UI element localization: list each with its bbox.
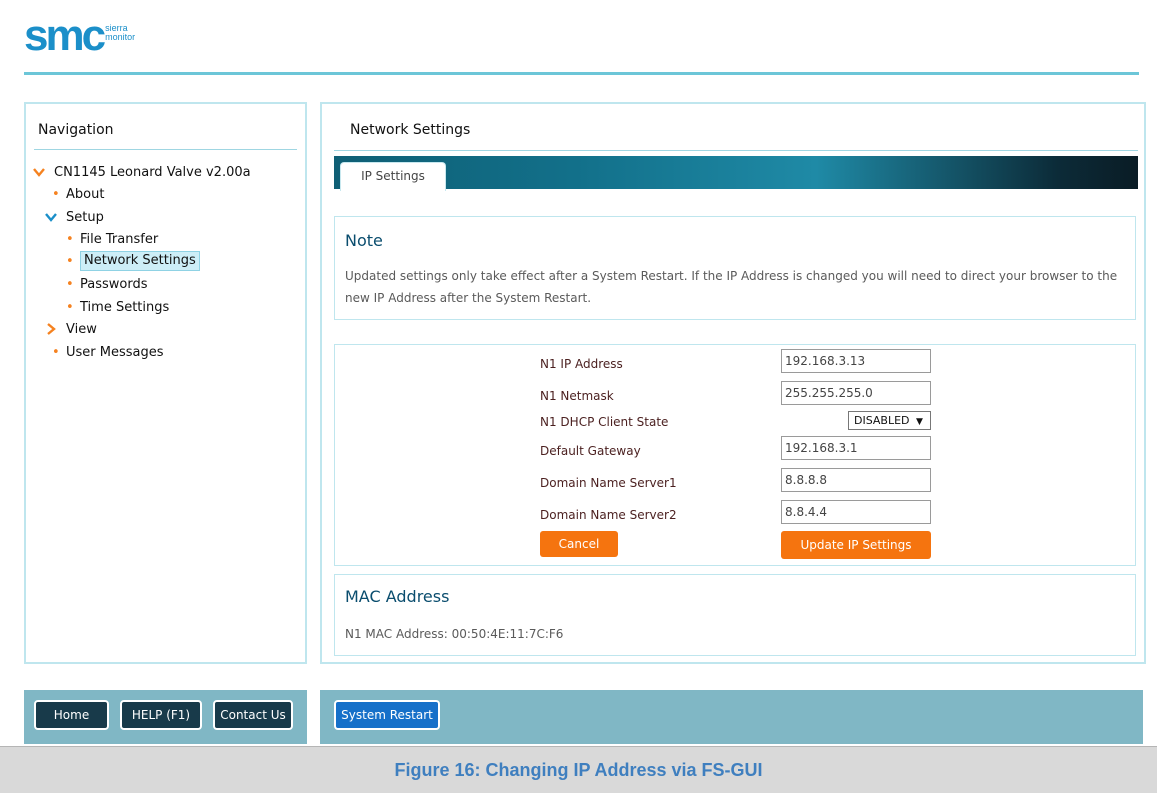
bullet-icon: • <box>66 299 74 315</box>
mac-address-title: MAC Address <box>345 587 450 606</box>
mac-address-box: MAC Address N1 MAC Address: 00:50:4E:11:… <box>334 574 1136 656</box>
bullet-icon: • <box>66 253 74 269</box>
tab-ip-settings[interactable]: IP Settings <box>340 162 446 191</box>
header-divider <box>24 72 1139 75</box>
nav-item-label: Network Settings <box>80 251 200 271</box>
dhcp-client-state-select[interactable]: DISABLED ▼ <box>848 411 931 430</box>
nav-item-setup[interactable]: Setup <box>44 207 104 227</box>
navigation-title-divider <box>34 149 297 150</box>
dropdown-arrow-icon: ▼ <box>916 417 923 427</box>
note-text: Updated settings only take effect after … <box>345 269 1118 305</box>
main-panel: Network Settings IP Settings Note Update… <box>320 102 1146 664</box>
nav-item-cn1145[interactable]: CN1145 Leonard Valve v2.00a <box>32 162 251 182</box>
nav-item-label: About <box>66 186 105 202</box>
logo-sub-line2: monitor <box>105 32 136 42</box>
default-gateway-label: Default Gateway <box>540 444 641 458</box>
update-ip-settings-button[interactable]: Update IP Settings <box>781 531 931 559</box>
nav-item-about[interactable]: • About <box>52 184 104 204</box>
ip-address-label: N1 IP Address <box>540 357 623 371</box>
nav-item-passwords[interactable]: • Passwords <box>66 274 148 294</box>
page-title: Network Settings <box>350 122 471 138</box>
navigation-panel: Navigation CN1145 Leonard Valve v2.00a •… <box>24 102 307 664</box>
logo-brand: smc <box>24 11 106 60</box>
bullet-icon: • <box>66 276 74 292</box>
note-box: Note Updated settings only take effect a… <box>334 216 1136 320</box>
bullet-icon: • <box>66 231 74 247</box>
nav-item-label: CN1145 Leonard Valve v2.00a <box>54 164 251 180</box>
dns2-input[interactable] <box>781 500 931 524</box>
nav-item-file-transfer[interactable]: • File Transfer <box>66 229 158 249</box>
page-title-divider <box>334 150 1138 151</box>
dhcp-selected-value: DISABLED <box>854 414 910 427</box>
mac-address-value: N1 MAC Address: 00:50:4E:11:7C:F6 <box>345 627 564 641</box>
cancel-button[interactable]: Cancel <box>540 531 618 557</box>
sierra-monitor-logo: smc sierra monitor <box>24 11 135 60</box>
ip-settings-form: N1 IP Address N1 Netmask N1 DHCP Client … <box>334 344 1136 566</box>
nav-item-time-settings[interactable]: • Time Settings <box>66 297 169 317</box>
note-title: Note <box>345 231 383 250</box>
dns1-input[interactable] <box>781 468 931 492</box>
tab-bar: IP Settings <box>334 156 1138 191</box>
footer-left-bar: Home HELP (F1) Contact Us <box>24 690 307 744</box>
logo-subtitle: sierra monitor <box>105 24 135 42</box>
ip-address-input[interactable] <box>781 349 931 373</box>
netmask-input[interactable] <box>781 381 931 405</box>
navigation-title: Navigation <box>38 122 114 138</box>
home-button[interactable]: Home <box>34 700 109 730</box>
nav-item-view[interactable]: View <box>44 319 97 339</box>
nav-item-label: Passwords <box>80 276 148 292</box>
dns1-label: Domain Name Server1 <box>540 476 677 490</box>
system-restart-button[interactable]: System Restart <box>334 700 440 730</box>
netmask-label: N1 Netmask <box>540 389 614 403</box>
bullet-icon: • <box>52 186 60 202</box>
nav-item-user-messages[interactable]: • User Messages <box>52 342 164 362</box>
figure-caption: Figure 16: Changing IP Address via FS-GU… <box>0 746 1157 793</box>
nav-item-label: File Transfer <box>80 231 159 247</box>
dns2-label: Domain Name Server2 <box>540 508 677 522</box>
chevron-right-icon <box>47 323 56 335</box>
nav-item-label: View <box>66 321 97 337</box>
nav-item-label: Setup <box>66 209 104 225</box>
footer-right-bar: System Restart <box>320 690 1143 744</box>
dhcp-client-state-label: N1 DHCP Client State <box>540 415 669 429</box>
nav-item-network-settings[interactable]: • Network Settings <box>66 251 200 271</box>
default-gateway-input[interactable] <box>781 436 931 460</box>
bullet-icon: • <box>52 344 60 360</box>
chevron-down-icon <box>45 213 57 222</box>
nav-item-label: User Messages <box>66 344 164 360</box>
nav-item-label: Time Settings <box>80 299 170 315</box>
contact-us-button[interactable]: Contact Us <box>213 700 293 730</box>
chevron-down-icon <box>33 168 45 177</box>
help-button[interactable]: HELP (F1) <box>120 700 202 730</box>
